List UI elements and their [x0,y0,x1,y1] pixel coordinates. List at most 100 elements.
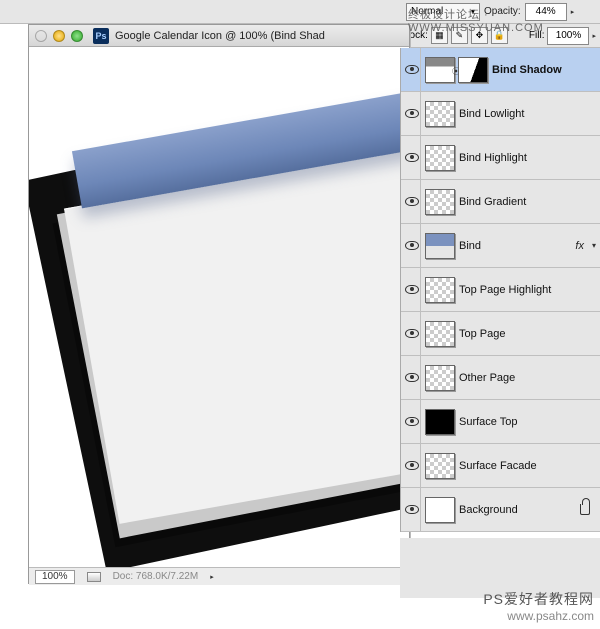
lock-all-button[interactable]: 🔒 [491,27,508,44]
document-status-bar: 100% Doc: 768.0K/7.22M ▸ [29,567,409,585]
opacity-input[interactable]: 44% [525,3,567,21]
layer-visibility-toggle[interactable] [403,356,421,400]
layer-thumbnail[interactable] [425,409,455,435]
eye-icon [405,241,419,250]
zoom-value: 100% [42,571,68,582]
layer-name-label[interactable]: Top Page Highlight [459,284,551,296]
hscroll-left-icon[interactable] [87,572,101,582]
layer-thumbnails [425,101,455,127]
layer-visibility-toggle[interactable] [403,92,421,136]
layer-thumbnail[interactable] [425,365,455,391]
layer-visibility-toggle[interactable] [403,400,421,444]
layer-visibility-toggle[interactable] [403,268,421,312]
layer-visibility-toggle[interactable] [403,444,421,488]
lock-fill-bar: Lock: ▦ ✎ ✥ 🔒 Fill: 100% ▸ [400,24,600,48]
layer-thumbnail[interactable] [425,453,455,479]
document-window: Ps Google Calendar Icon @ 100% (Bind Sha… [28,24,410,584]
layer-mask-thumbnail[interactable] [458,57,488,83]
opacity-value: 44% [536,6,556,17]
layers-panel: ⦿ Bind Shadow Bind Lowlight Bind Highlight B… [400,48,600,532]
fx-expand-icon[interactable]: ▾ [592,241,596,250]
layer-row[interactable]: Bind Highlight [401,136,600,180]
photoshop-badge-icon: Ps [93,28,109,44]
layer-name-label[interactable]: Bind Gradient [459,196,526,208]
layer-thumbnails [425,409,455,435]
layer-row[interactable]: Surface Top [401,400,600,444]
layer-thumbnails: ⦿ [425,57,488,83]
blend-mode-value: Normal [411,6,443,17]
eye-icon [405,417,419,426]
layer-name-label[interactable]: Bind Highlight [459,152,527,164]
layer-thumbnails [425,145,455,171]
opacity-label: Opacity: [484,6,521,17]
layer-name-label[interactable]: Other Page [459,372,515,384]
layer-row[interactable]: Surface Facade [401,444,600,488]
eye-icon [405,505,419,514]
layer-row[interactable]: Other Page [401,356,600,400]
eye-icon [405,109,419,118]
layer-thumbnail[interactable] [425,145,455,171]
layer-name-label[interactable]: Bind Shadow [492,64,562,76]
layer-visibility-toggle[interactable] [403,136,421,180]
document-title: Google Calendar Icon @ 100% (Bind Shad [115,30,325,42]
lock-position-button[interactable]: ✥ [471,27,488,44]
doc-size-label: Doc: 768.0K/7.22M [113,571,199,582]
layer-visibility-toggle[interactable] [403,48,421,92]
eye-icon [405,153,419,162]
layers-option-bar: Normal ▾ Opacity: 44% ▸ [0,0,600,24]
status-menu-icon[interactable]: ▸ [210,573,214,581]
blend-mode-select[interactable]: Normal ▾ [406,3,480,21]
layer-thumbnail[interactable]: ⦿ [425,57,455,83]
layer-thumbnails [425,233,455,259]
eye-icon [405,329,419,338]
fill-flyout-icon[interactable]: ▸ [592,32,596,40]
fill-label: Fill: [529,30,545,41]
layer-thumbnail[interactable] [425,321,455,347]
lock-image-button[interactable]: ✎ [451,27,468,44]
layer-thumbnail[interactable] [425,497,455,523]
layer-name-label[interactable]: Bind [459,240,481,252]
eye-icon [405,65,419,74]
layer-thumbnails [425,321,455,347]
layer-thumbnail[interactable] [425,101,455,127]
layer-visibility-toggle[interactable] [403,224,421,268]
document-titlebar[interactable]: Ps Google Calendar Icon @ 100% (Bind Sha… [29,25,409,47]
layer-name-label[interactable]: Top Page [459,328,505,340]
window-minimize-button[interactable] [53,30,65,42]
layer-row[interactable]: ⦿ Bind Shadow [401,48,600,92]
layer-thumbnail[interactable] [425,189,455,215]
window-zoom-button[interactable] [71,30,83,42]
layer-row[interactable]: Bind Lowlight [401,92,600,136]
zoom-input[interactable]: 100% [35,570,75,584]
layer-thumbnails [425,453,455,479]
layer-visibility-toggle[interactable] [403,180,421,224]
layer-thumbnails [425,365,455,391]
layer-name-label[interactable]: Surface Facade [459,460,537,472]
opacity-flyout-icon[interactable]: ▸ [571,8,575,16]
chevron-down-icon: ▾ [471,7,475,16]
fill-input[interactable]: 100% [547,27,589,45]
eye-icon [405,461,419,470]
window-close-button[interactable] [35,30,47,42]
layer-thumbnail[interactable] [425,233,455,259]
layer-row[interactable]: Bind fx ▾ [401,224,600,268]
panel-empty-area [400,538,600,598]
layer-name-label[interactable]: Background [459,504,518,516]
layer-row[interactable]: Bind Gradient [401,180,600,224]
layer-thumbnails [425,497,455,523]
lock-transparency-button[interactable]: ▦ [431,27,448,44]
eye-icon [405,197,419,206]
layer-row[interactable]: Background [401,488,600,532]
document-canvas[interactable] [29,47,409,567]
layer-visibility-toggle[interactable] [403,488,421,532]
layer-thumbnails [425,277,455,303]
layer-name-label[interactable]: Surface Top [459,416,518,428]
layer-row[interactable]: Top Page Highlight [401,268,600,312]
layer-thumbnail[interactable] [425,277,455,303]
layer-fx-badge[interactable]: fx [575,240,584,252]
layer-visibility-toggle[interactable] [403,312,421,356]
layer-name-label[interactable]: Bind Lowlight [459,108,524,120]
fill-value: 100% [556,30,582,41]
layer-row[interactable]: Top Page [401,312,600,356]
layer-thumbnails [425,189,455,215]
